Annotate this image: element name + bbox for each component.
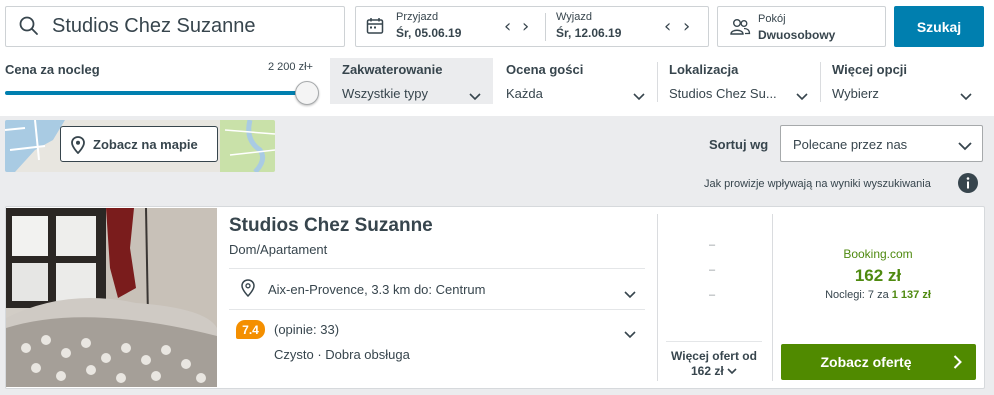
chevron-left-icon[interactable]: ‹ <box>504 16 511 37</box>
filter-guest-rating[interactable]: Ocena gości Każda <box>494 58 657 104</box>
filter-accommodation[interactable]: Zakwaterowanie Wszystkie typy <box>330 58 493 104</box>
chevron-down-icon <box>727 364 737 378</box>
map-pin-icon <box>71 136 85 159</box>
hotel-photo[interactable] <box>6 208 217 387</box>
search-button[interactable]: Szukaj <box>894 6 984 47</box>
sort-value: Polecane przez nas <box>793 137 908 152</box>
price-slider-handle[interactable] <box>295 81 319 105</box>
checkout-date[interactable]: Wyjazd Śr, 12.06.19 ‹ › <box>546 7 709 46</box>
destination-value: Studios Chez Suzanne <box>52 15 256 37</box>
chevron-right-icon[interactable]: › <box>683 16 690 37</box>
rating-badge: 7.4 <box>236 320 265 339</box>
view-offer-button[interactable]: Zobacz ofertę <box>781 344 976 380</box>
chevron-right-icon <box>953 355 962 372</box>
rooms-label: Pokój <box>758 13 786 25</box>
filter-value: Każda <box>506 86 543 101</box>
date-picker[interactable]: Przyjazd Śr, 05.06.19 ‹ › Wyjazd Śr, 12.… <box>355 6 709 47</box>
filter-value: Studios Chez Su... <box>669 86 777 101</box>
chevron-down-icon <box>960 88 972 106</box>
price-filter-max: 2 200 zł+ <box>268 61 313 73</box>
nights-label: Noclegi: 7 za <box>825 289 889 301</box>
offer-price[interactable]: 162 zł <box>781 266 975 286</box>
chevron-right-icon[interactable]: › <box>522 16 529 37</box>
location-pin-icon <box>241 279 255 302</box>
search-icon <box>18 15 40 42</box>
more-offers-price: 162 zł <box>690 364 724 378</box>
rooms-value: Dwuosobowy <box>758 28 836 42</box>
checkin-value: Śr, 05.06.19 <box>396 26 462 40</box>
chevron-down-icon[interactable] <box>624 326 636 344</box>
view-offer-label: Zobacz ofertę <box>820 354 912 370</box>
filter-label: Ocena gości <box>506 62 584 77</box>
guests-icon <box>729 18 751 41</box>
filter-label: Lokalizacja <box>669 62 739 77</box>
filter-value: Wybierz <box>832 86 879 101</box>
checkout-label: Wyjazd <box>556 11 592 23</box>
alt-offer-placeholder: – <box>709 264 716 276</box>
checkin-label: Przyjazd <box>396 11 439 23</box>
filter-location[interactable]: Lokalizacja Studios Chez Su... <box>657 58 820 104</box>
chevron-left-icon[interactable]: ‹ <box>664 16 671 37</box>
hotel-location[interactable]: Aix-en-Provence, 3.3 km do: Centrum <box>268 282 485 297</box>
divider <box>229 309 645 310</box>
hotel-name[interactable]: Studios Chez Suzanne <box>229 215 433 237</box>
more-offers-label: Więcej ofert od <box>671 349 757 363</box>
checkout-value: Śr, 12.06.19 <box>556 26 622 40</box>
sort-label: Sortuj wg <box>709 137 769 152</box>
column-divider <box>772 214 773 381</box>
filter-value: Wszystkie typy <box>342 86 428 101</box>
view-on-map-button[interactable]: Zobacz na mapie <box>60 126 218 162</box>
sort-dropdown[interactable]: Polecane przez nas <box>780 125 983 162</box>
alt-offer-placeholder: – <box>709 239 716 251</box>
destination-search-field[interactable]: Studios Chez Suzanne <box>5 6 345 47</box>
chevron-down-icon <box>633 88 645 106</box>
chevron-down-icon <box>958 138 972 156</box>
price-slider-track[interactable] <box>5 91 311 95</box>
price-filter-label: Cena za nocleg <box>5 62 100 77</box>
filter-label: Więcej opcji <box>832 62 908 77</box>
nights-total: 1 137 zł <box>891 289 931 301</box>
info-icon[interactable] <box>958 173 978 198</box>
filter-more-options[interactable]: Więcej opcji Wybierz <box>820 58 984 104</box>
chevron-down-icon <box>469 88 481 106</box>
divider <box>229 268 645 269</box>
view-on-map-label: Zobacz na mapie <box>93 137 198 152</box>
offer-nights-total: Noclegi: 7 za 1 137 zł <box>781 289 975 301</box>
hotel-type: Dom/Apartament <box>229 242 328 257</box>
more-offers-link[interactable]: Więcej ofert od 162 zł <box>666 349 762 379</box>
chevron-down-icon[interactable] <box>624 286 636 304</box>
filter-label: Zakwaterowanie <box>342 62 443 77</box>
offer-provider: Booking.com <box>843 247 913 261</box>
divider <box>666 341 762 342</box>
column-divider <box>657 214 658 381</box>
room-selector[interactable]: Pokój Dwuosobowy <box>717 6 886 47</box>
chevron-down-icon <box>796 88 808 106</box>
rating-highlights: Czysto · Dobra obsługa <box>274 347 410 362</box>
calendar-icon <box>366 17 384 40</box>
checkin-date[interactable]: Przyjazd Śr, 05.06.19 ‹ › <box>356 7 545 46</box>
alt-offer-placeholder: – <box>709 289 716 301</box>
commission-note-link[interactable]: Jak prowizje wpływają na wyniki wyszukiw… <box>704 178 931 190</box>
review-count[interactable]: (opinie: 33) <box>274 322 339 337</box>
